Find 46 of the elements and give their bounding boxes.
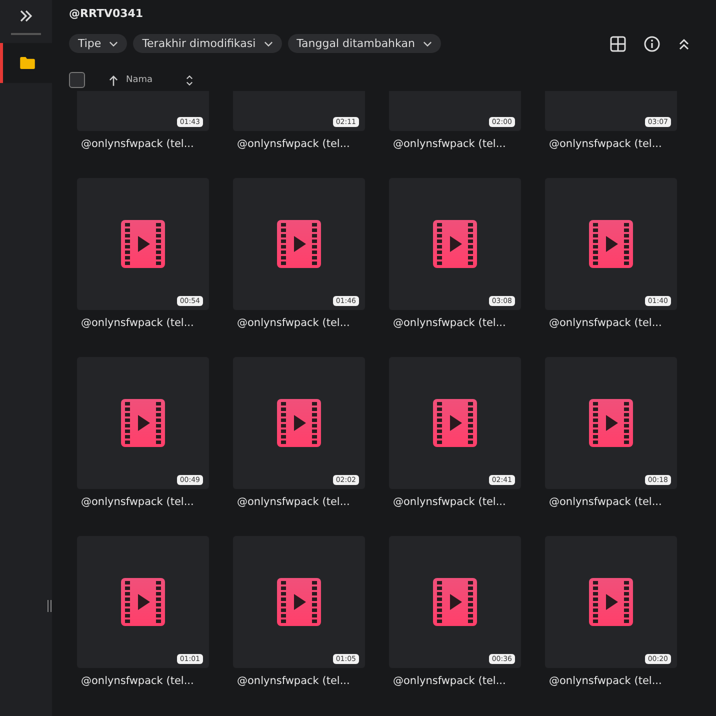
filter-dropdown[interactable]: Tipe (69, 34, 128, 53)
file-name[interactable]: @onlynsfwpack (tel... (393, 496, 521, 508)
video-file-icon (589, 399, 633, 447)
video-file-icon (433, 220, 477, 268)
video-file-icon (277, 578, 321, 626)
folder-icon (20, 57, 35, 69)
select-all-checkbox[interactable] (69, 72, 85, 88)
resize-handle[interactable] (46, 600, 52, 612)
file-name[interactable]: @onlynsfwpack (tel... (393, 317, 521, 329)
file-name[interactable]: @onlynsfwpack (tel... (237, 496, 365, 508)
filter-dropdown[interactable]: Terakhir dimodifikasi (133, 34, 282, 53)
file-name[interactable]: @onlynsfwpack (tel... (549, 675, 677, 687)
collapse-icon[interactable] (678, 38, 690, 50)
expand-icon[interactable] (19, 10, 33, 22)
video-file-icon (121, 399, 165, 447)
sort-ascending-icon[interactable] (109, 74, 118, 86)
chevron-down-icon (422, 40, 432, 46)
file-name[interactable]: @onlynsfwpack (tel... (393, 675, 521, 687)
video-file-icon (277, 220, 321, 268)
video-file-icon (433, 578, 477, 626)
file-name[interactable]: @onlynsfwpack (tel... (81, 496, 209, 508)
sort-label[interactable]: Nama (126, 75, 186, 85)
chevron-down-icon (264, 40, 273, 46)
info-icon[interactable] (644, 36, 660, 52)
file-name[interactable]: @onlynsfwpack (tel... (549, 496, 677, 508)
video-file-icon (277, 399, 321, 447)
file-name[interactable]: @onlynsfwpack (tel... (549, 317, 677, 329)
video-file-icon (589, 578, 633, 626)
file-name[interactable]: @onlynsfwpack (tel... (81, 138, 209, 150)
file-name[interactable]: @onlynsfwpack (tel... (237, 138, 365, 150)
video-file-icon (433, 399, 477, 447)
folder-item[interactable] (0, 43, 52, 83)
video-file-icon (589, 220, 633, 268)
file-name[interactable]: @onlynsfwpack (tel... (549, 138, 677, 150)
file-name[interactable]: @onlynsfwpack (tel... (393, 138, 521, 150)
filter-dropdown[interactable]: Tanggal ditambahkan (288, 34, 441, 53)
sort-toggle-icon[interactable] (186, 74, 193, 86)
grid-view-icon[interactable] (610, 36, 626, 52)
file-name[interactable]: @onlynsfwpack (tel... (81, 317, 209, 329)
file-name[interactable]: @onlynsfwpack (tel... (237, 675, 365, 687)
chevron-down-icon (109, 40, 118, 46)
file-name[interactable]: @onlynsfwpack (tel... (237, 317, 365, 329)
video-file-icon (121, 578, 165, 626)
video-file-icon (121, 220, 165, 268)
file-name[interactable]: @onlynsfwpack (tel... (81, 675, 209, 687)
folder-title: @RRTV0341 (69, 7, 144, 21)
